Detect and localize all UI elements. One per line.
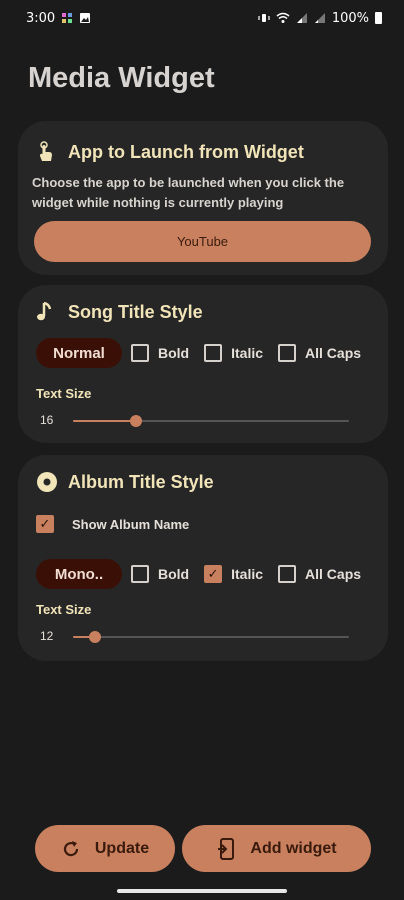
signal-icon: [296, 12, 308, 24]
show-album-name-label: Show Album Name: [72, 516, 190, 532]
album-style-row: Mono.. Bold ✓ Italic All Caps: [36, 559, 376, 589]
album-slider-track[interactable]: [73, 631, 349, 643]
song-bold-option[interactable]: Bold: [131, 344, 189, 362]
song-slider-fill: [73, 420, 137, 422]
song-title-card: Song Title Style Normal Bold Italic All …: [18, 285, 388, 443]
song-allcaps-checkbox[interactable]: [278, 344, 297, 362]
song-italic-option[interactable]: Italic: [204, 344, 263, 362]
song-italic-checkbox[interactable]: [204, 344, 223, 362]
battery-percent: 100%: [331, 10, 369, 26]
status-bar: 3:00 100%: [0, 0, 404, 36]
music-note-icon: [36, 301, 58, 323]
album-bold-checkbox[interactable]: [131, 565, 149, 583]
app-select-button[interactable]: YouTube: [34, 221, 371, 262]
album-bold-option[interactable]: Bold: [131, 565, 189, 583]
song-slider-track[interactable]: [73, 415, 349, 427]
album-italic-checkbox[interactable]: ✓: [204, 565, 223, 583]
touch-icon: [36, 141, 58, 163]
status-right: 100%: [258, 11, 382, 26]
song-italic-label: Italic: [231, 345, 264, 361]
signal-icon-2: [314, 12, 326, 24]
update-button[interactable]: Update: [35, 825, 175, 872]
album-font-chip[interactable]: Mono..: [36, 559, 122, 589]
song-allcaps-option[interactable]: All Caps: [278, 344, 361, 362]
navigation-handle[interactable]: [117, 889, 287, 893]
song-allcaps-label: All Caps: [305, 345, 362, 361]
app-launch-title: App to Launch from Widget: [68, 141, 304, 162]
page-title: Media Widget: [28, 62, 215, 94]
show-album-name-row[interactable]: ✓ Show Album Name: [36, 515, 189, 533]
vibrate-icon: [258, 12, 270, 24]
app-launch-description: Choose the app to be launched when you c…: [32, 175, 345, 210]
song-font-chip[interactable]: Normal: [36, 338, 122, 368]
song-bold-label: Bold: [158, 345, 190, 361]
refresh-icon: [61, 839, 81, 859]
album-allcaps-checkbox[interactable]: [278, 565, 297, 583]
song-bold-checkbox[interactable]: [131, 344, 149, 362]
app-notification-icon: [61, 12, 73, 24]
add-widget-label: Add widget: [250, 839, 337, 857]
gallery-notification-icon: [79, 12, 91, 24]
status-time: 3:00: [26, 10, 56, 26]
app-launch-header: App to Launch from Widget: [36, 141, 304, 163]
wifi-icon: [276, 12, 290, 24]
album-italic-option[interactable]: ✓ Italic: [204, 565, 263, 583]
disc-icon: [36, 471, 58, 493]
song-title-heading: Song Title Style: [68, 301, 203, 322]
song-text-size-value: 16: [40, 413, 54, 427]
album-text-size-label: Text Size: [36, 602, 92, 617]
battery-icon: [375, 12, 382, 24]
song-style-row: Normal Bold Italic All Caps: [36, 338, 376, 368]
album-allcaps-option[interactable]: All Caps: [278, 565, 361, 583]
album-bold-label: Bold: [158, 566, 190, 582]
song-title-header: Song Title Style: [36, 301, 203, 323]
album-title-heading: Album Title Style: [68, 471, 214, 492]
add-widget-button[interactable]: Add widget: [182, 825, 371, 872]
album-title-card: Album Title Style ✓ Show Album Name Mono…: [18, 455, 388, 661]
album-text-size-value: 12: [40, 629, 54, 643]
album-title-header: Album Title Style: [36, 471, 214, 493]
song-text-size-label: Text Size: [36, 386, 92, 401]
show-album-name-checkbox[interactable]: ✓: [36, 515, 54, 533]
album-slider-thumb[interactable]: [89, 631, 102, 643]
album-allcaps-label: All Caps: [305, 566, 362, 582]
add-to-screen-icon: [216, 837, 236, 860]
status-left: 3:00: [26, 11, 91, 26]
app-launch-card: App to Launch from Widget Choose the app…: [18, 121, 388, 275]
song-text-size-slider[interactable]: 16: [40, 411, 350, 431]
song-slider-thumb[interactable]: [130, 415, 143, 427]
album-text-size-slider[interactable]: 12: [40, 627, 350, 647]
update-label: Update: [94, 839, 150, 857]
album-italic-label: Italic: [231, 566, 264, 582]
